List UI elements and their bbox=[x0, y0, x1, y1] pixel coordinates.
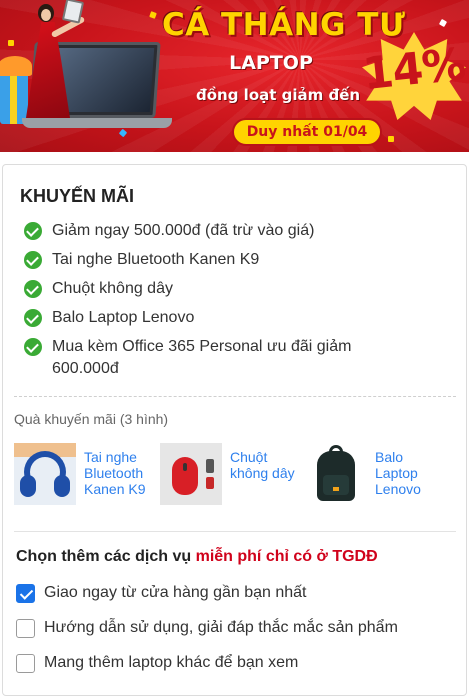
checkbox-unchecked[interactable] bbox=[16, 653, 35, 673]
service-option-label[interactable]: Hướng dẫn sử dụng, giải đáp thắc mắc sản… bbox=[44, 619, 398, 637]
promotion-card: KHUYẾN MÃI Giảm ngay 500.000đ (đã trừ và… bbox=[2, 164, 467, 696]
backpack-image[interactable] bbox=[305, 443, 367, 505]
ear-cup-shape bbox=[20, 475, 36, 497]
date-badge: Duy nhất 01/04 bbox=[232, 118, 382, 146]
services-title: Chọn thêm các dịch vụ miễn phí chỉ có ở … bbox=[16, 548, 378, 566]
ear-cup-shape bbox=[54, 475, 70, 497]
promotion-item: Giảm ngay 500.000đ (đã trừ vào giá) bbox=[24, 220, 412, 242]
promotion-list: Giảm ngay 500.000đ (đã trừ vào giá) Tai … bbox=[24, 220, 412, 387]
gift-link-mouse[interactable]: Chuột không dây bbox=[230, 449, 302, 481]
service-option-fast-delivery[interactable]: Giao ngay từ cửa hàng gần bạn nhất bbox=[16, 581, 398, 605]
confetti bbox=[388, 136, 394, 142]
service-option-usage-guide[interactable]: Hướng dẫn sử dụng, giải đáp thắc mắc sản… bbox=[16, 616, 398, 640]
promotion-item-text: Giảm ngay 500.000đ (đã trừ vào giá) bbox=[52, 222, 315, 239]
service-options: Giao ngay từ cửa hàng gần bạn nhất Hướng… bbox=[16, 581, 398, 686]
gift-caption: Quà khuyến mãi (3 hình) bbox=[14, 411, 169, 427]
promotion-item-text: Tai nghe Bluetooth Kanen K9 bbox=[52, 251, 260, 268]
promotion-item: Tai nghe Bluetooth Kanen K9 bbox=[24, 249, 412, 271]
promotion-item-text: Balo Laptop Lenovo bbox=[52, 309, 195, 326]
checkbox-checked[interactable] bbox=[16, 583, 35, 603]
gift-item-headphone[interactable]: Tai nghe Bluetooth Kanen K9 bbox=[14, 443, 154, 507]
model-face-illustration bbox=[41, 9, 51, 21]
check-circle-icon bbox=[24, 222, 42, 240]
gift-link-headphone[interactable]: Tai nghe Bluetooth Kanen K9 bbox=[84, 449, 154, 497]
promo-banner[interactable]: CÁ THÁNG TƯ LAPTOP đồng loạt giảm đến 14… bbox=[0, 0, 469, 152]
gift-link-backpack[interactable]: Balo Laptop Lenovo bbox=[375, 449, 435, 497]
check-circle-icon bbox=[24, 338, 42, 356]
services-title-prefix: Chọn thêm các dịch vụ bbox=[16, 548, 196, 565]
scroll-wheel-shape bbox=[183, 463, 187, 471]
promotion-item: Mua kèm Office 365 Personal ưu đãi giảm … bbox=[24, 336, 412, 380]
section-divider bbox=[14, 531, 456, 532]
gift-gallery: Tai nghe Bluetooth Kanen K9 Chuột không … bbox=[14, 443, 454, 507]
gift-bow-icon bbox=[0, 56, 32, 76]
service-option-label[interactable]: Giao ngay từ cửa hàng gần bạn nhất bbox=[44, 584, 307, 602]
dashed-divider bbox=[14, 396, 456, 397]
banner-subline: đồng loạt giảm đến bbox=[196, 86, 361, 104]
banner-headline: CÁ THÁNG TƯ bbox=[162, 7, 406, 43]
checkbox-unchecked[interactable] bbox=[16, 618, 35, 638]
gift-box-icon bbox=[0, 72, 28, 124]
gift-item-mouse[interactable]: Chuột không dây bbox=[160, 443, 302, 507]
service-option-extra-laptop[interactable]: Mang thêm laptop khác để bạn xem bbox=[16, 651, 398, 675]
headphone-image[interactable] bbox=[14, 443, 76, 505]
laptop-base-illustration bbox=[22, 118, 172, 128]
discount-value: 14% bbox=[360, 38, 468, 101]
promotion-title: KHUYẾN MÃI bbox=[20, 186, 135, 206]
check-circle-icon bbox=[24, 309, 42, 327]
services-title-highlight: miễn phí chỉ có ở TGDĐ bbox=[195, 548, 378, 565]
promotion-item-text: Mua kèm Office 365 Personal ưu đãi giảm … bbox=[52, 338, 352, 377]
promotion-item: Chuột không dây bbox=[24, 278, 412, 300]
gift-item-backpack[interactable]: Balo Laptop Lenovo bbox=[305, 443, 435, 507]
confetti bbox=[8, 40, 14, 46]
promotion-item-text: Chuột không dây bbox=[52, 280, 173, 297]
receiver-shape bbox=[206, 459, 214, 473]
check-circle-icon bbox=[24, 280, 42, 298]
discount-badge: 14% bbox=[360, 32, 468, 120]
banner-product: LAPTOP bbox=[229, 52, 313, 74]
promotion-item: Balo Laptop Lenovo bbox=[24, 307, 412, 329]
check-circle-icon bbox=[24, 251, 42, 269]
receiver-shape bbox=[206, 477, 214, 489]
service-option-label[interactable]: Mang thêm laptop khác để bạn xem bbox=[44, 654, 298, 672]
zipper-tag-shape bbox=[333, 487, 339, 491]
pocket-shape bbox=[323, 475, 349, 495]
wireless-mouse-image[interactable] bbox=[160, 443, 222, 505]
